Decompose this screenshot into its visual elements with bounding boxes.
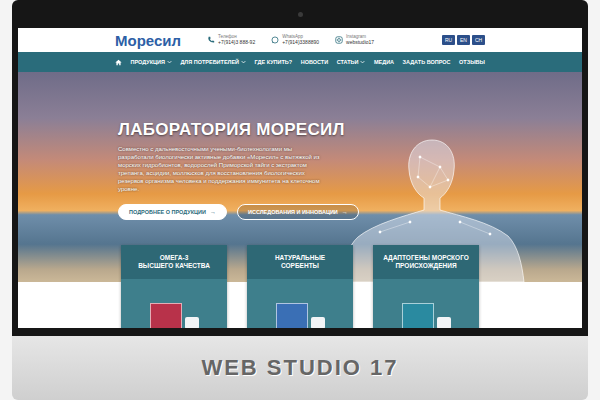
chevron-down-icon (360, 60, 365, 64)
nav-item[interactable]: ОТЗЫВЫ (459, 59, 485, 65)
nav-item[interactable]: СТАТЬИ (337, 59, 366, 65)
category-card[interactable]: АДАПТОГЕНЫ МОРСКОГОПРОИСХОЖДЕНИЯ (373, 245, 479, 328)
nav-item[interactable]: ПРОДУКЦИЯ (131, 59, 172, 65)
instagram-icon (335, 36, 343, 44)
logo[interactable]: Моресил (115, 32, 181, 49)
product-box (402, 303, 434, 328)
contact-item[interactable]: Instagramwebstudio17 (335, 35, 374, 45)
whatsapp-icon (271, 36, 279, 44)
arrow-icon: → (210, 209, 216, 215)
category-card[interactable]: НАТУРАЛЬНЫЕСОРБЕНТЫ (247, 245, 353, 328)
main-nav: ПРОДУКЦИЯ ДЛЯ ПОТРЕБИТЕЛЕЙ ГДЕ КУПИТЬ? НОВО… (18, 52, 582, 72)
contacts: Телефон+7(914)3 888-92 WhatsApp+7(914)338… (207, 35, 374, 45)
card-title: НАТУРАЛЬНЫЕСОРБЕНТЫ (247, 245, 353, 279)
language-button[interactable]: RU (442, 35, 455, 45)
product-box (150, 303, 182, 328)
product-jar (437, 317, 451, 328)
product-jar (311, 317, 325, 328)
product-jar (185, 317, 199, 328)
card-image (373, 279, 479, 328)
language-button[interactable]: EN (457, 35, 470, 45)
hero-button[interactable]: ИССЛЕДОВАНИЯ И ИННОВАЦИИ→ (237, 204, 359, 220)
language-switcher: RUENCH (442, 35, 485, 45)
card-image (121, 279, 227, 328)
product-box (276, 303, 308, 328)
page: Моресил Телефон+7(914)3 888-92 WhatsApp+7(… (0, 0, 600, 400)
contact-value: webstudio17 (346, 40, 374, 46)
hero-title: ЛАБОРАТОРИЯ МОРЕСИЛ (118, 120, 340, 140)
contact-item[interactable]: Телефон+7(914)3 888-92 (207, 35, 255, 45)
language-button[interactable]: CH (472, 35, 485, 45)
contact-item[interactable]: WhatsApp+7(914)3388890 (271, 35, 319, 45)
nav-item[interactable]: ЗАДАТЬ ВОПРОС (403, 59, 451, 65)
hero-description: Совместно с дальневосточными учеными-био… (118, 145, 323, 194)
hero-button[interactable]: ПОДРОБНЕЕ О ПРОДУКЦИИ→ (118, 204, 227, 220)
site-header: Моресил Телефон+7(914)3 888-92 WhatsApp+7(… (18, 28, 582, 52)
card-image (247, 279, 353, 328)
bezel-bottom (18, 328, 582, 336)
home-icon[interactable] (115, 59, 122, 66)
contact-value: +7(914)3388890 (282, 40, 319, 46)
chevron-down-icon (167, 60, 172, 64)
card-title: ОМЕГА-3ВЫСШЕГО КАЧЕСТВА (121, 245, 227, 279)
contact-value: +7(914)3 888-92 (218, 40, 255, 46)
category-card[interactable]: ОМЕГА-3ВЫСШЕГО КАЧЕСТВА (121, 245, 227, 328)
nav-item[interactable]: МЕДИА (374, 59, 394, 65)
card-title: АДАПТОГЕНЫ МОРСКОГОПРОИСХОЖДЕНИЯ (373, 245, 479, 279)
arrow-icon: → (342, 209, 348, 215)
chevron-down-icon (241, 60, 246, 64)
monitor: Моресил Телефон+7(914)3 888-92 WhatsApp+7(… (12, 0, 588, 336)
phone-icon (207, 36, 215, 44)
monitor-chin: WEB STUDIO 17 (12, 336, 588, 400)
nav-item[interactable]: ДЛЯ ПОТРЕБИТЕЛЕЙ (180, 59, 246, 65)
bezel-top (18, 0, 582, 28)
website-screen: Моресил Телефон+7(914)3 888-92 WhatsApp+7(… (18, 28, 582, 328)
studio-caption: WEB STUDIO 17 (201, 355, 398, 381)
nav-item[interactable]: НОВОСТИ (301, 59, 329, 65)
nav-item[interactable]: ГДЕ КУПИТЬ? (255, 59, 293, 65)
hero-content: ЛАБОРАТОРИЯ МОРЕСИЛ Совместно с дальневос… (118, 72, 340, 220)
camera-icon (298, 12, 303, 17)
